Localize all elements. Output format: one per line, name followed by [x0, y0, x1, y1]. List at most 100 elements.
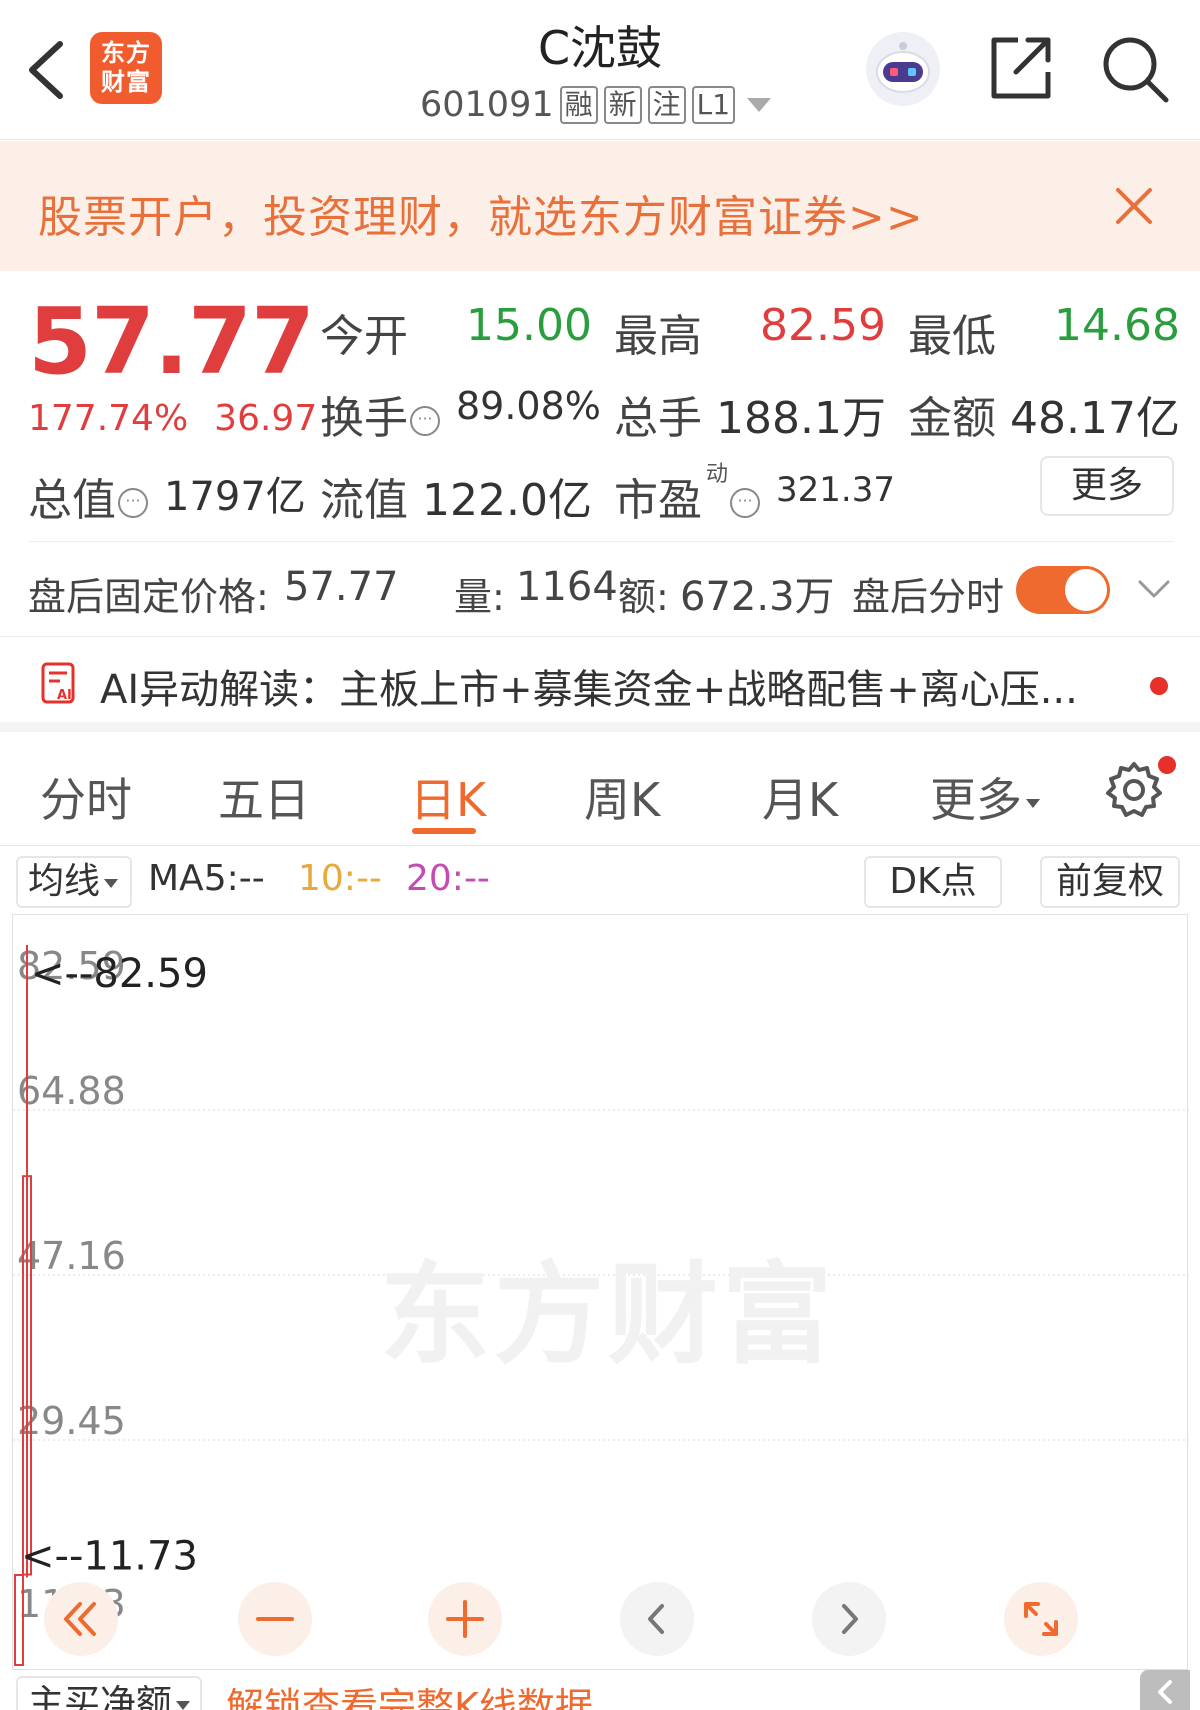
- zoom-in-button[interactable]: [428, 1582, 502, 1656]
- mktcap-value: 1797亿: [164, 474, 306, 520]
- amount-label: 金额: [908, 393, 996, 444]
- current-price: 57.77: [28, 288, 315, 395]
- chevron-down-icon[interactable]: [1136, 574, 1172, 602]
- plus-icon: [446, 1600, 484, 1638]
- expand-icon: [1024, 1602, 1058, 1636]
- net-buy-select-label: 主买净额: [28, 1683, 173, 1710]
- info-icon[interactable]: ···: [410, 406, 440, 436]
- after-hours-amount-label: 额:: [618, 575, 669, 619]
- stock-code: 601091: [420, 85, 554, 125]
- tab-monthly-k[interactable]: 月K: [762, 764, 838, 830]
- volume-label: 总手: [614, 393, 702, 444]
- y-tick-label: 29.45: [17, 1399, 126, 1443]
- price-change: 177.74% 36.97: [28, 398, 317, 439]
- open-label: 今开: [320, 311, 408, 362]
- pe-dynamic-mark: 动: [706, 462, 729, 487]
- pe-value: 321.37: [776, 470, 895, 510]
- back-arrow-icon[interactable]: [22, 38, 70, 102]
- tab-five-day[interactable]: 五日: [218, 764, 310, 830]
- unread-dot: [1150, 677, 1168, 695]
- ma10-value: 10:--: [298, 858, 382, 899]
- low-label: 最低: [908, 311, 996, 362]
- side-panel-toggle[interactable]: [1140, 1670, 1190, 1710]
- tab-more-label: 更多: [930, 773, 1022, 827]
- turnover-value: 89.08%: [456, 384, 601, 428]
- fullscreen-button[interactable]: [1004, 1582, 1078, 1656]
- top-nav-bar: 东方财富 C沈鼓 601091 融 新 注 L1: [0, 0, 1200, 140]
- stock-name: C沈鼓: [537, 21, 663, 75]
- high-marker-label: <--82.59: [31, 951, 208, 997]
- chevron-right-icon: [842, 1604, 858, 1634]
- low-marker-label: <--11.73: [21, 1534, 198, 1580]
- volume-value: 188.1万: [716, 393, 886, 444]
- float-value: 122.0亿: [422, 475, 592, 526]
- after-hours-intraday-label: 盘后分时: [852, 575, 1005, 619]
- pe-label[interactable]: 市盈 ···: [614, 464, 760, 528]
- logo-text: 东方财富: [101, 39, 151, 96]
- after-hours-volume-label: 量:: [454, 575, 505, 619]
- after-hours-amount-value: 672.3万: [680, 574, 835, 620]
- promo-banner[interactable]: 股票开户，投资理财，就选东方财富证券>>: [0, 141, 1200, 271]
- info-icon[interactable]: ···: [730, 488, 760, 518]
- chevron-down-icon[interactable]: [747, 98, 772, 112]
- watermark-text: 东方财富: [380, 1251, 836, 1379]
- after-hours-price-value: 57.77: [284, 564, 399, 610]
- divider: [28, 541, 1174, 542]
- more-quote-button[interactable]: 更多: [1040, 456, 1174, 516]
- chevron-left-icon: [648, 1604, 664, 1634]
- ma5-value: MA5:--: [148, 858, 265, 899]
- settings-notification-dot: [1158, 756, 1176, 774]
- scroll-right-button[interactable]: [812, 1582, 886, 1656]
- pe-label-text: 市盈: [614, 475, 702, 526]
- mktcap-label[interactable]: 总值 ···: [28, 464, 148, 528]
- after-hours-price-label: 盘后固定价格:: [28, 575, 269, 619]
- active-tab-indicator: [412, 828, 476, 834]
- app-logo[interactable]: 东方财富: [90, 32, 162, 104]
- unlock-kline-link[interactable]: 解锁查看完整K线数据: [226, 1676, 593, 1710]
- dk-point-label: DK点: [889, 861, 977, 902]
- dk-point-button[interactable]: DK点: [864, 856, 1002, 908]
- close-icon[interactable]: [1112, 184, 1156, 228]
- ma-select[interactable]: 均线: [16, 856, 132, 908]
- chevron-down-icon: [176, 1700, 191, 1710]
- indicator-row: 均线 MA5:-- 10:-- 20:-- DK点 前复权: [0, 850, 1200, 914]
- tag-registered: 注: [647, 86, 686, 124]
- chevron-left-icon: [1158, 1680, 1172, 1704]
- stock-code-row[interactable]: 601091 融 新 注 L1: [420, 80, 780, 130]
- promo-banner-text: 股票开户，投资理财，就选东方财富证券>>: [38, 192, 924, 243]
- chevron-down-icon: [1026, 799, 1040, 808]
- tab-daily-k[interactable]: 日K: [410, 764, 486, 830]
- gear-icon[interactable]: [1104, 760, 1164, 820]
- scroll-left-button[interactable]: [620, 1582, 694, 1656]
- zoom-out-button[interactable]: [238, 1582, 312, 1656]
- indicator-selector-row: 主买净额 解锁查看完整K线数据: [0, 1672, 1200, 1710]
- share-icon[interactable]: [988, 34, 1054, 102]
- change-amount: 36.97: [214, 398, 318, 439]
- y-tick-label: 64.88: [17, 1069, 126, 1113]
- open-value: 15.00: [466, 300, 592, 351]
- amount-value: 48.17亿: [1010, 393, 1180, 444]
- info-icon[interactable]: ···: [118, 488, 148, 518]
- price-adjust-button[interactable]: 前复权: [1040, 856, 1180, 908]
- chart-period-tabs: 分时 五日 日K 周K 月K 更多: [0, 742, 1200, 846]
- after-hours-toggle[interactable]: [1016, 566, 1110, 614]
- tab-weekly-k[interactable]: 周K: [584, 764, 660, 830]
- ai-robot-icon[interactable]: [866, 32, 940, 106]
- turnover-label-text: 换手: [320, 393, 408, 444]
- low-value: 14.68: [1054, 300, 1180, 351]
- ma-select-label: 均线: [28, 861, 101, 902]
- ai-insight-row[interactable]: AI AI异动解读：主板上市+募集资金+战略配售+离心压...: [0, 636, 1200, 732]
- scroll-start-button[interactable]: [44, 1582, 118, 1656]
- change-percent: 177.74%: [28, 398, 189, 439]
- turnover-label[interactable]: 换手 ···: [320, 382, 440, 446]
- tab-more[interactable]: 更多: [930, 764, 1040, 830]
- search-icon[interactable]: [1100, 34, 1170, 104]
- double-chevron-left-icon: [64, 1602, 96, 1636]
- net-buy-select[interactable]: 主买净额: [16, 1676, 203, 1710]
- after-hours-volume-value: 1164: [516, 564, 618, 610]
- tab-intraday[interactable]: 分时: [40, 764, 132, 830]
- tag-margin: 融: [559, 86, 598, 124]
- chevron-down-icon: [104, 878, 119, 888]
- svg-text:AI: AI: [57, 688, 72, 703]
- high-label: 最高: [614, 311, 702, 362]
